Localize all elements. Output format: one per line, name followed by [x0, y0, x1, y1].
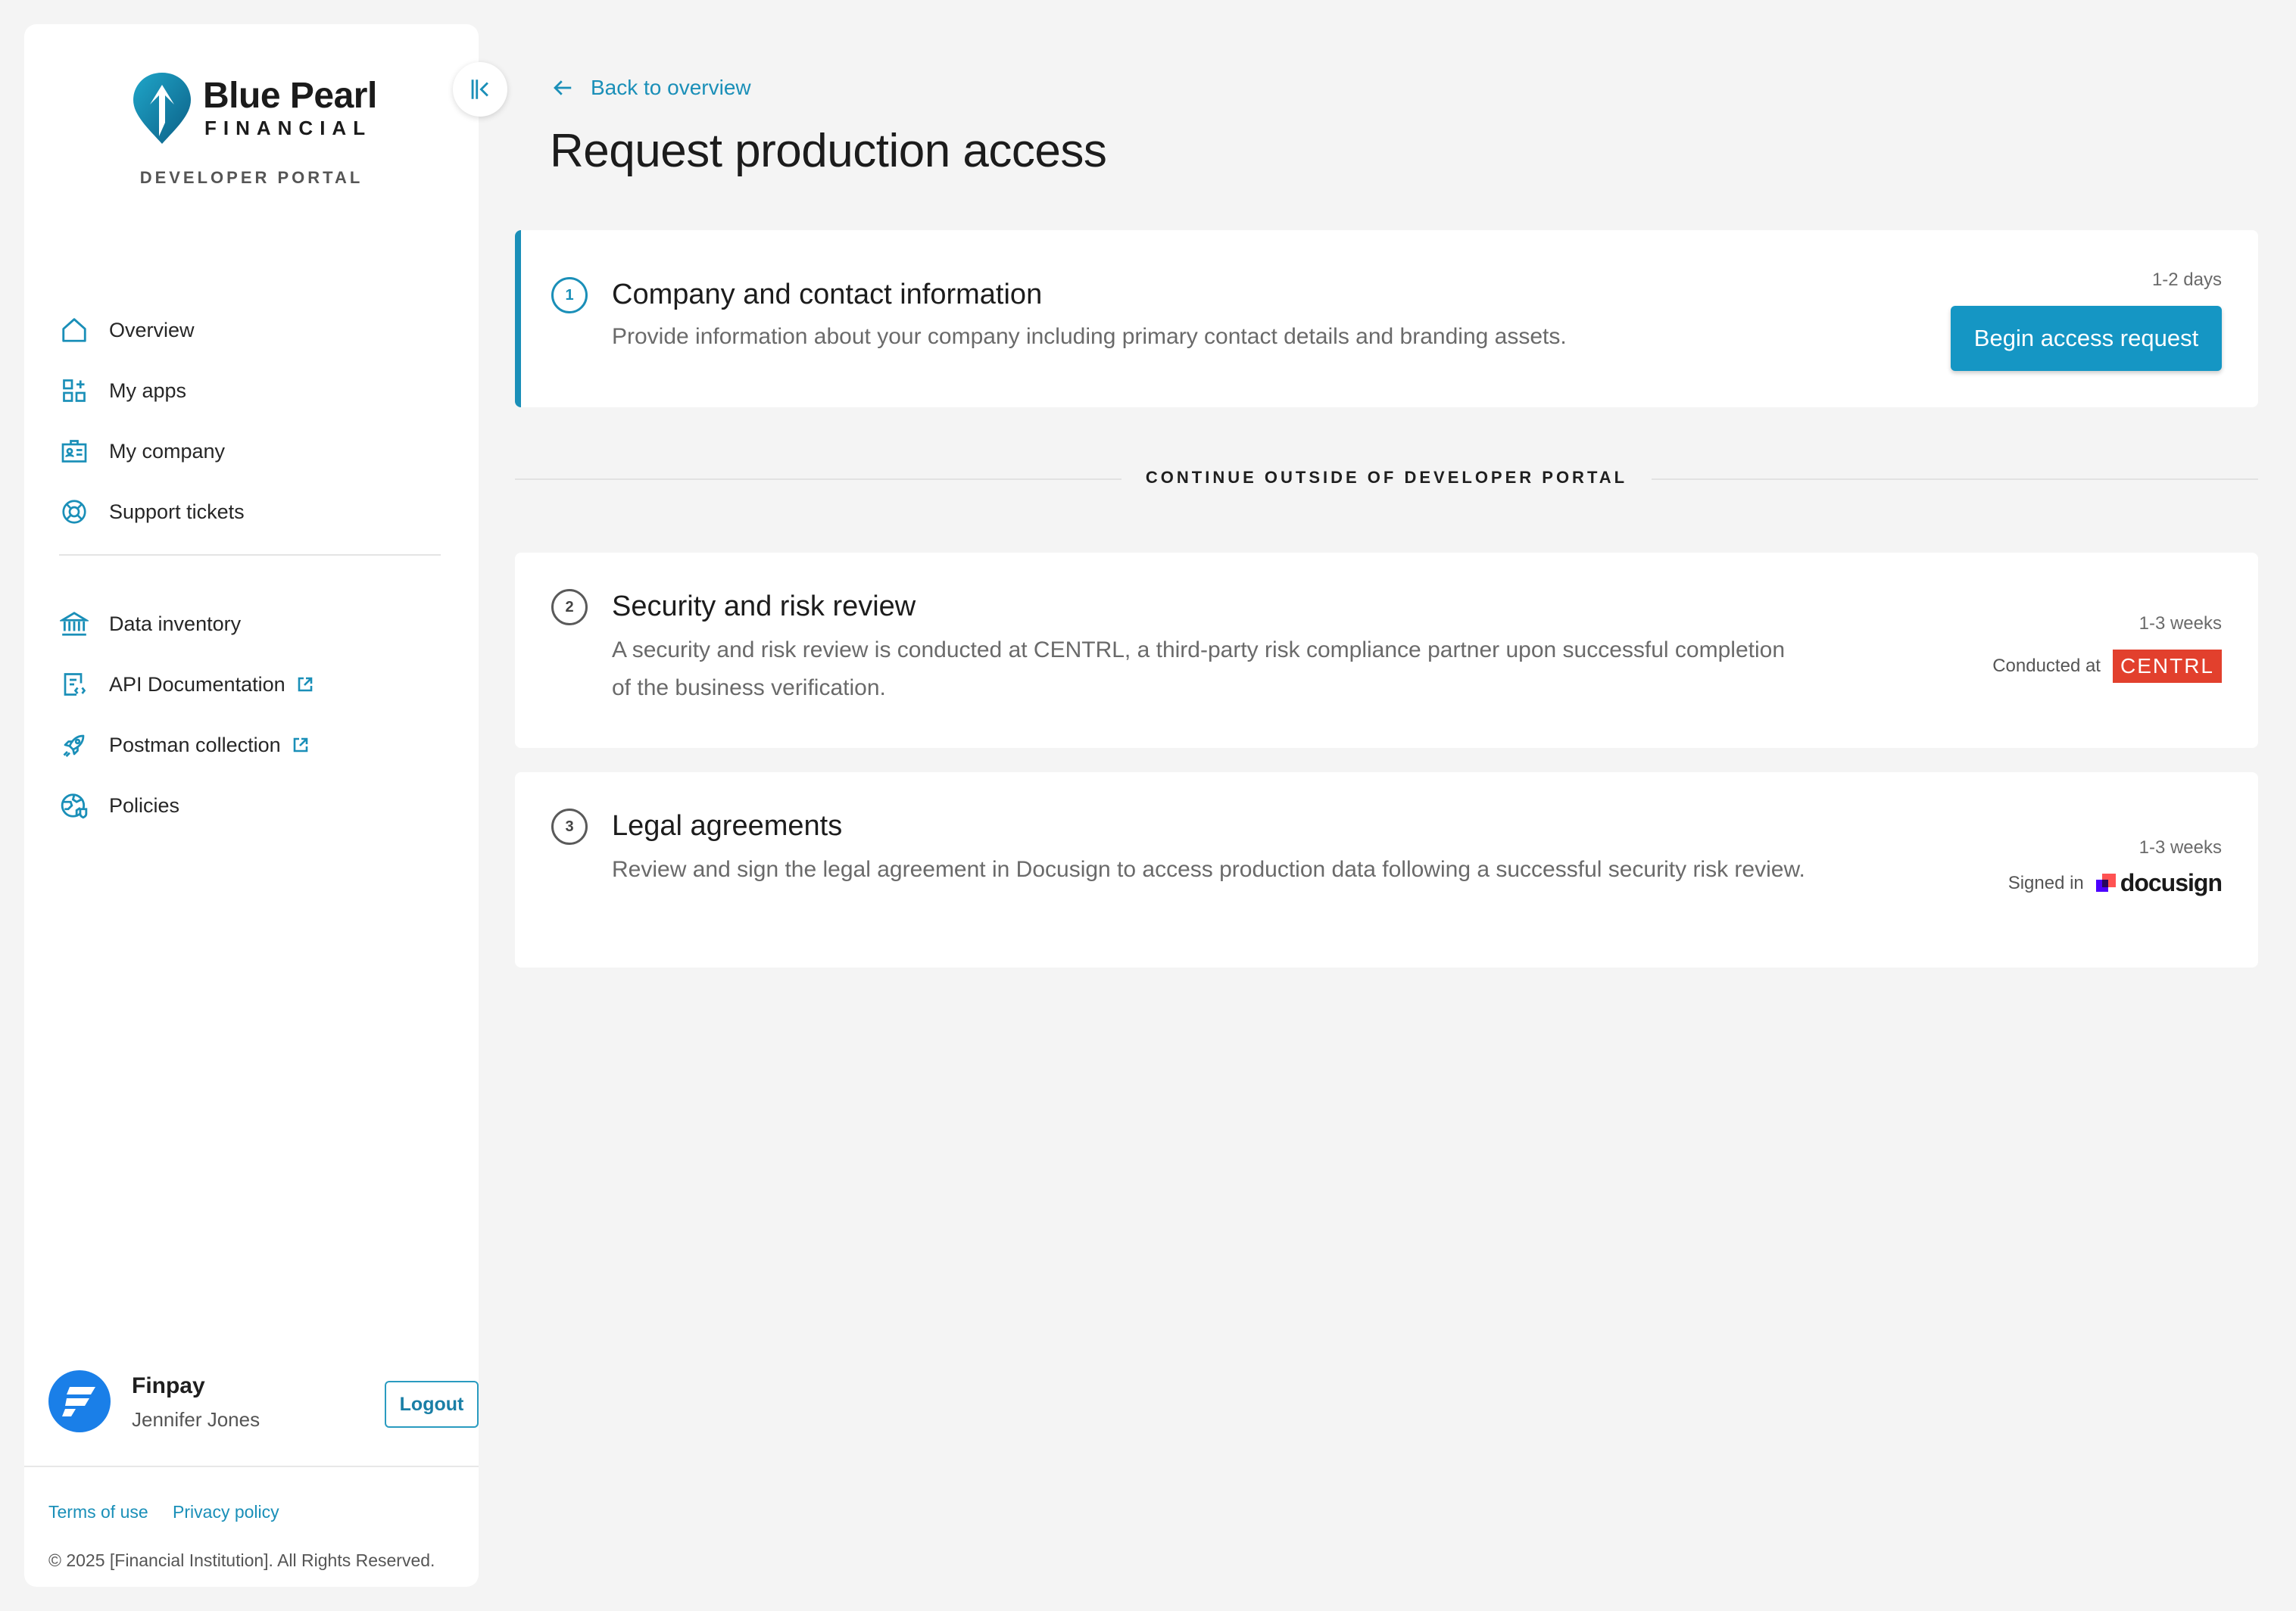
- step-duration: 1-2 days: [2151, 270, 2222, 290]
- step-title: Security and risk review: [612, 590, 916, 622]
- footer-links: Terms of use Privacy policy: [48, 1502, 299, 1522]
- user-company: Finpay: [132, 1373, 205, 1398]
- nav-label: Support tickets: [109, 500, 245, 523]
- nav-item-data-inventory[interactable]: Data inventory: [59, 594, 453, 654]
- separator-label: CONTINUE OUTSIDE OF DEVELOPER PORTAL: [515, 468, 2258, 488]
- lifebuoy-icon: [59, 497, 89, 527]
- back-label: Back to overview: [591, 76, 751, 99]
- step-title: Company and contact information: [612, 279, 1043, 310]
- brand-logo[interactable]: Blue Pearl FINANCIAL: [129, 70, 377, 145]
- apps-icon: [59, 375, 89, 406]
- step-description: Provide information about your company i…: [612, 324, 1567, 349]
- docusign-logo: docusign: [2095, 869, 2223, 897]
- centrl-logo: CENTRL: [2112, 650, 2222, 683]
- portal-label: DEVELOPER PORTAL: [139, 168, 363, 187]
- nav-item-policies[interactable]: Policies: [59, 775, 453, 836]
- main-content: Back to overview Request production acce…: [515, 0, 2266, 1611]
- partner-prefix: Conducted at: [1992, 656, 2101, 676]
- step-card-3: 3 Legal agreements Review and sign the l…: [515, 772, 2258, 968]
- company-icon: [59, 436, 89, 466]
- external-link-icon: [293, 737, 307, 753]
- nav-label: My company: [109, 439, 226, 463]
- back-link[interactable]: Back to overview: [550, 76, 751, 100]
- terms-link[interactable]: Terms of use: [48, 1502, 148, 1522]
- partner-info: Signed in docusign: [2007, 869, 2223, 897]
- bank-icon: [59, 609, 89, 639]
- external-link-icon: [298, 677, 312, 692]
- secondary-nav: Data inventory API Documentation Postman…: [59, 594, 453, 836]
- code-doc-icon: [59, 669, 89, 700]
- brand-name: Blue Pearl: [203, 76, 377, 116]
- nav-item-my-company[interactable]: My company: [59, 421, 453, 481]
- step-number: 3: [551, 809, 588, 845]
- docusign-wordmark: docusign: [2120, 869, 2223, 896]
- nav-item-api-documentation[interactable]: API Documentation: [59, 654, 453, 715]
- step-description: A security and risk review is conducted …: [612, 637, 1785, 700]
- nav-label: Policies: [109, 793, 180, 817]
- globe-icon: [59, 790, 89, 821]
- rocket-icon: [59, 730, 89, 760]
- avatar[interactable]: [48, 1370, 111, 1432]
- nav-label: API Documentation: [109, 672, 285, 696]
- nav-label: Postman collection: [109, 733, 281, 756]
- step-card-1: 1 Company and contact information Provid…: [515, 230, 2258, 407]
- begin-access-request-button[interactable]: Begin access request: [1951, 306, 2222, 371]
- privacy-link[interactable]: Privacy policy: [173, 1502, 279, 1522]
- brand-sub: FINANCIAL: [204, 117, 373, 139]
- step-number: 2: [551, 589, 588, 625]
- blue-pearl-logo-icon: [133, 73, 191, 144]
- nav-divider: [59, 554, 441, 556]
- step-card-2: 2 Security and risk review A security an…: [515, 553, 2258, 748]
- step-duration: 1-3 weeks: [2138, 837, 2222, 858]
- logout-button[interactable]: Logout: [385, 1381, 479, 1428]
- nav-item-support-tickets[interactable]: Support tickets: [59, 481, 453, 542]
- docusign-mark-icon: [2095, 873, 2117, 894]
- copyright: © 2025 [Financial Institution]. All Righ…: [48, 1550, 435, 1570]
- collapse-icon: [471, 79, 488, 99]
- nav-item-my-apps[interactable]: My apps: [59, 360, 453, 421]
- primary-nav: Overview My apps My company Support tick…: [59, 300, 453, 542]
- sidebar: Blue Pearl FINANCIAL DEVELOPER PORTAL Ov…: [24, 24, 479, 1587]
- user-name: Jennifer Jones: [132, 1408, 260, 1431]
- collapse-sidebar-button[interactable]: [453, 62, 507, 117]
- partner-info: Conducted at CENTRL: [1992, 650, 2222, 683]
- user-panel: Finpay Jennifer Jones Logout: [48, 1370, 479, 1434]
- finpay-logo-icon: [62, 1387, 95, 1416]
- nav-item-postman-collection[interactable]: Postman collection: [59, 715, 453, 775]
- step-number: 1: [551, 277, 588, 313]
- step-duration: 1-3 weeks: [2138, 613, 2222, 634]
- nav-item-overview[interactable]: Overview: [59, 300, 453, 360]
- page-title: Request production access: [550, 125, 1107, 177]
- home-icon: [59, 315, 89, 345]
- separator-text: CONTINUE OUTSIDE OF DEVELOPER PORTAL: [1121, 468, 1652, 487]
- nav-label: My apps: [109, 379, 187, 402]
- step-description: Review and sign the legal agreement in D…: [612, 857, 1805, 882]
- partner-prefix: Signed in: [2007, 872, 2084, 893]
- nav-label: Overview: [109, 318, 195, 341]
- footer-divider: [24, 1466, 479, 1467]
- arrow-left-icon: [554, 80, 572, 95]
- step-title: Legal agreements: [612, 810, 843, 842]
- nav-label: Data inventory: [109, 612, 242, 635]
